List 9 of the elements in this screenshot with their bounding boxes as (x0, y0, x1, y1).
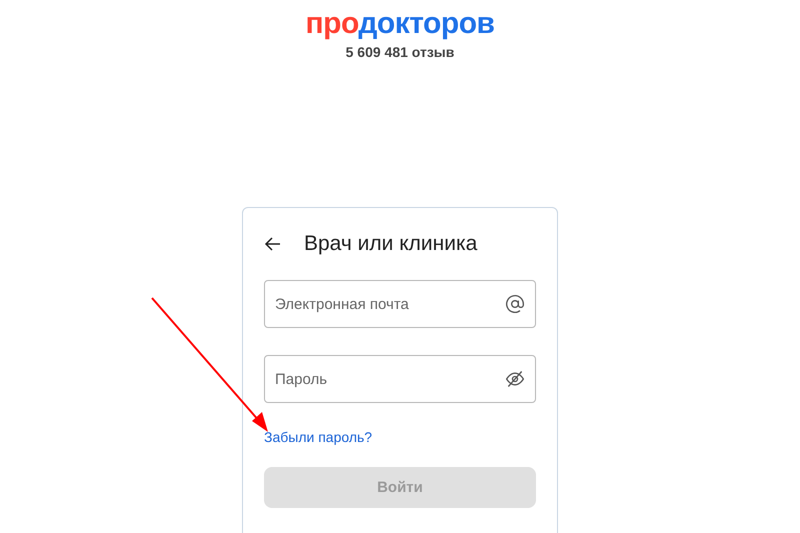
reviews-count: 5 609 481 отзыв (346, 44, 454, 60)
card-title: Врач или клиника (304, 232, 478, 256)
email-field[interactable]: Электронная почта (264, 280, 536, 328)
forgot-password-link[interactable]: Забыли пароль? (264, 429, 372, 445)
logo[interactable]: продокторов (306, 4, 494, 44)
password-field[interactable]: Пароль (264, 355, 536, 403)
eye-off-icon[interactable] (505, 369, 525, 389)
back-button[interactable] (264, 235, 282, 253)
at-sign-icon (505, 294, 525, 314)
